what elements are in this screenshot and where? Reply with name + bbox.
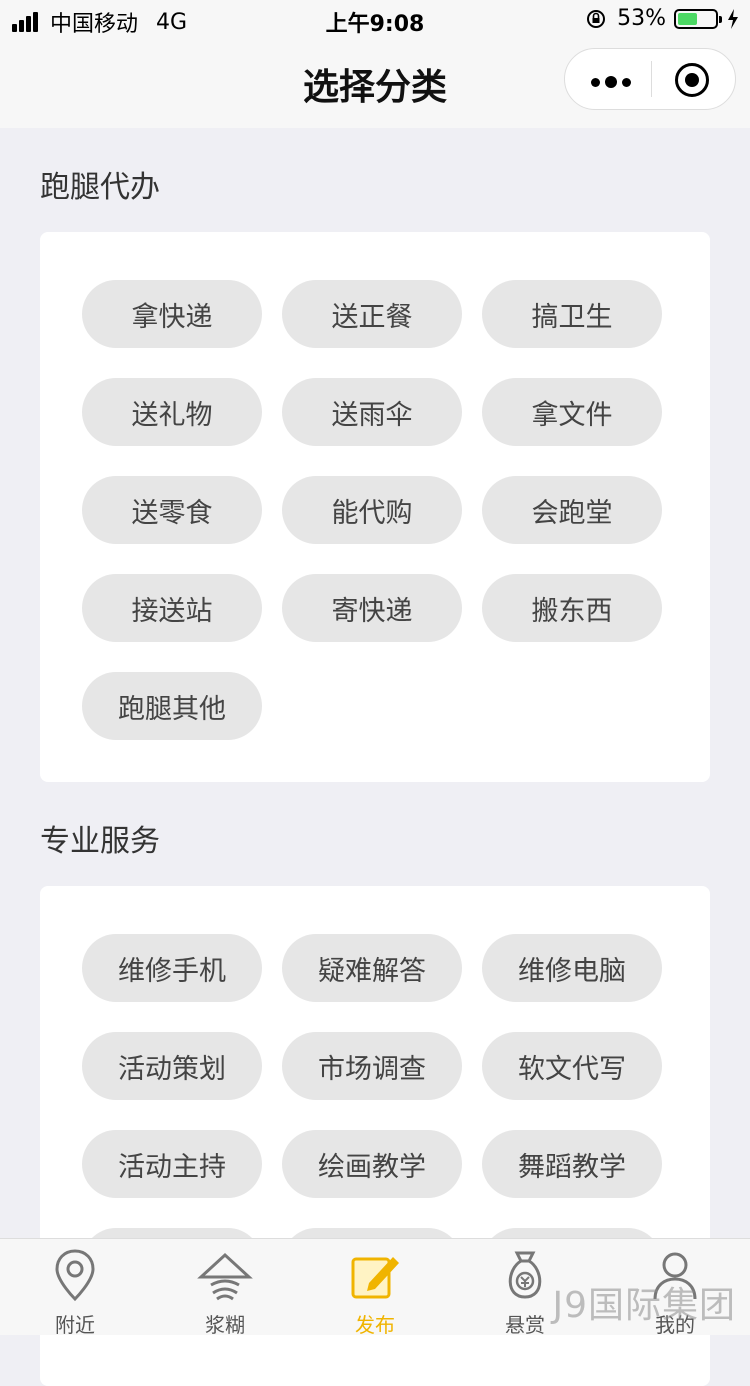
status-right: 53% [585,6,740,31]
category-tag[interactable]: 舞蹈教学 [482,1130,662,1198]
battery-fill [678,12,698,25]
rotation-lock-icon [587,9,606,28]
charging-icon [728,8,738,29]
category-tag[interactable]: 能代购 [282,476,462,544]
tag-list-errands: 拿快递 送正餐 搞卫生 送礼物 送雨伞 拿文件 送零食 能代购 会跑堂 接送站 … [82,280,682,770]
category-tag[interactable]: 跑腿其他 [82,672,262,740]
category-tag[interactable]: 送雨伞 [282,378,462,446]
battery-icon [674,8,722,29]
category-tag[interactable]: 送礼物 [82,378,262,446]
card-errands: 拿快递 送正餐 搞卫生 送礼物 送雨伞 拿文件 送零食 能代购 会跑堂 接送站 … [40,232,710,782]
category-tag[interactable]: 绘画教学 [282,1130,462,1198]
status-bar: 中国移动 4G 上午9:08 53% [0,0,750,40]
category-tag[interactable]: 市场调查 [282,1032,462,1100]
tab-nearby[interactable]: 附近 [0,1239,150,1337]
category-tag[interactable]: 活动策划 [82,1032,262,1100]
category-tag[interactable]: 拿文件 [482,378,662,446]
category-tag[interactable]: 活动主持 [82,1130,262,1198]
category-tag[interactable]: 寄快递 [282,574,462,642]
category-tag[interactable]: 维修电脑 [482,934,662,1002]
category-tag[interactable]: 搞卫生 [482,280,662,348]
category-tag[interactable]: 送正餐 [282,280,462,348]
category-tag[interactable]: 会跑堂 [482,476,662,544]
battery-tip [719,15,722,23]
section-title-professional: 专业服务 [40,824,160,859]
category-tag[interactable]: 维修手机 [82,934,262,1002]
category-tag[interactable]: 接送站 [82,574,262,642]
money-bag-icon [508,1251,542,1299]
nav-bar: 选择分类 [0,40,750,128]
category-tag[interactable]: 软文代写 [482,1032,662,1100]
category-tag[interactable]: 送零食 [82,476,262,544]
tab-publish[interactable]: 发布 [300,1239,450,1337]
straw-hat-icon [197,1252,253,1301]
close-miniprogram-icon[interactable] [675,63,709,97]
more-button[interactable] [591,76,636,88]
tab-jianghu[interactable]: 浆糊 [150,1239,300,1337]
battery-percent: 53% [617,6,666,31]
category-tag[interactable]: 疑难解答 [282,934,462,1002]
edit-icon [351,1257,399,1299]
location-pin-icon [55,1249,95,1302]
category-tag[interactable]: 拿快递 [82,280,262,348]
mini-program-capsule [564,48,736,110]
watermark: J9国际集团 [552,1285,736,1326]
category-tag[interactable]: 搬东西 [482,574,662,642]
capsule-divider [651,61,652,97]
section-title-errands: 跑腿代办 [40,170,160,205]
